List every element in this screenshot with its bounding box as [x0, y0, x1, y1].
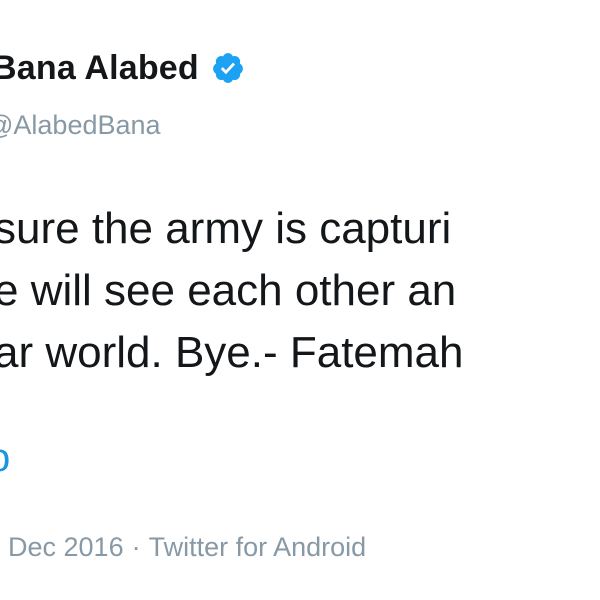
- tweet-text-line: sure the army is capturi: [0, 204, 452, 253]
- translate-tweet-link[interactable]: o: [0, 436, 10, 481]
- meta-separator: ·: [131, 532, 141, 562]
- tweet-text-line: e will see each other an: [0, 266, 457, 315]
- tweet-text-line: ar world. Bye.- Fatemah: [0, 328, 464, 377]
- tweet-text: sure the army is capturi e will see each…: [0, 198, 464, 384]
- author-handle[interactable]: @AlabedBana: [0, 110, 161, 141]
- tweet-card: Bana Alabed @AlabedBana sure the army is…: [0, 0, 600, 600]
- tweet-metadata: Dec 2016 · Twitter for Android: [8, 532, 366, 563]
- verified-badge-icon: [211, 51, 245, 85]
- tweet-source[interactable]: Twitter for Android: [149, 532, 367, 562]
- author-header: Bana Alabed: [0, 46, 245, 90]
- tweet-date[interactable]: Dec 2016: [8, 532, 124, 562]
- author-display-name[interactable]: Bana Alabed: [0, 49, 199, 88]
